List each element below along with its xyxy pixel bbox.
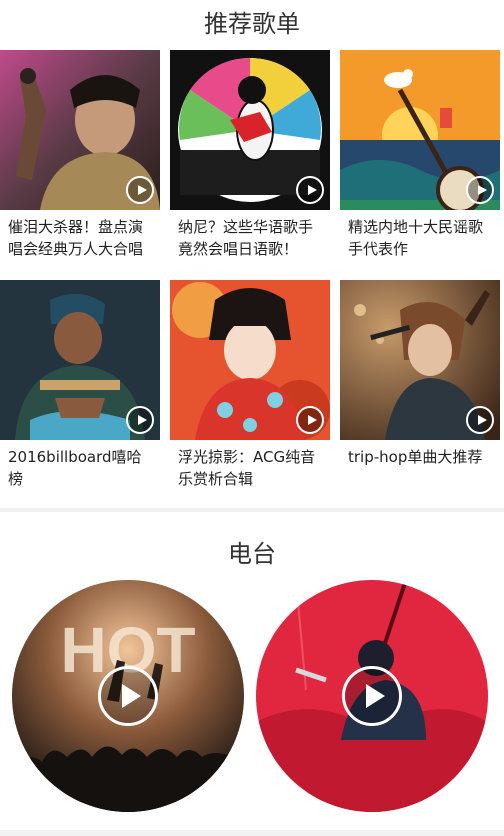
playlist-caption[interactable]: 浮光掠影：ACG纯音乐赏析合辑 xyxy=(170,440,330,494)
radio-play-icon[interactable] xyxy=(342,666,402,726)
playlist-caption[interactable]: 纳尼？这些华语歌手竟然会唱日语歌！ xyxy=(170,210,330,264)
radio-title: 电台 xyxy=(228,540,276,568)
playlist-cover[interactable] xyxy=(340,50,500,210)
radio-section: 电台 HOT xyxy=(0,512,504,830)
playlist-card[interactable]: 催泪大杀器！盘点演唱会经典万人大合唱 xyxy=(0,50,160,266)
play-icon[interactable] xyxy=(296,176,324,204)
radio-item[interactable] xyxy=(256,580,488,812)
play-icon[interactable] xyxy=(296,406,324,434)
playlist-cover[interactable] xyxy=(170,50,330,210)
radio-item[interactable]: HOT xyxy=(12,580,244,812)
playlists-section: 推荐歌单 催泪大杀器！盘点演唱会经典万人大合唱 纳尼？这些华语歌手竟然会唱日语歌… xyxy=(0,0,504,508)
playlist-caption[interactable]: trip-hop单曲大推荐 xyxy=(340,440,500,494)
playlists-title: 推荐歌单 xyxy=(204,10,300,38)
playlist-cover[interactable] xyxy=(340,280,500,440)
playlist-cover[interactable] xyxy=(0,280,160,440)
playlist-card[interactable]: 纳尼？这些华语歌手竟然会唱日语歌！ xyxy=(170,50,330,266)
radio-play-icon[interactable] xyxy=(98,666,158,726)
play-icon[interactable] xyxy=(126,176,154,204)
playlist-cover[interactable] xyxy=(0,50,160,210)
playlist-card[interactable]: 浮光掠影：ACG纯音乐赏析合辑 xyxy=(170,280,330,496)
radio-list: HOT xyxy=(0,580,504,816)
music-home-page: 推荐歌单 催泪大杀器！盘点演唱会经典万人大合唱 纳尼？这些华语歌手竟然会唱日语歌… xyxy=(0,0,504,836)
playlist-card[interactable]: trip-hop单曲大推荐 xyxy=(340,280,500,496)
playlist-caption[interactable]: 精选内地十大民谣歌手代表作 xyxy=(340,210,500,264)
playlist-card[interactable]: 2016billboard嘻哈榜 xyxy=(0,280,160,496)
play-icon[interactable] xyxy=(126,406,154,434)
playlist-card[interactable]: 精选内地十大民谣歌手代表作 xyxy=(340,50,500,266)
play-icon[interactable] xyxy=(466,176,494,204)
playlist-caption[interactable]: 催泪大杀器！盘点演唱会经典万人大合唱 xyxy=(0,210,160,264)
play-icon[interactable] xyxy=(466,406,494,434)
playlist-cover[interactable] xyxy=(170,280,330,440)
playlist-caption[interactable]: 2016billboard嘻哈榜 xyxy=(0,440,160,494)
